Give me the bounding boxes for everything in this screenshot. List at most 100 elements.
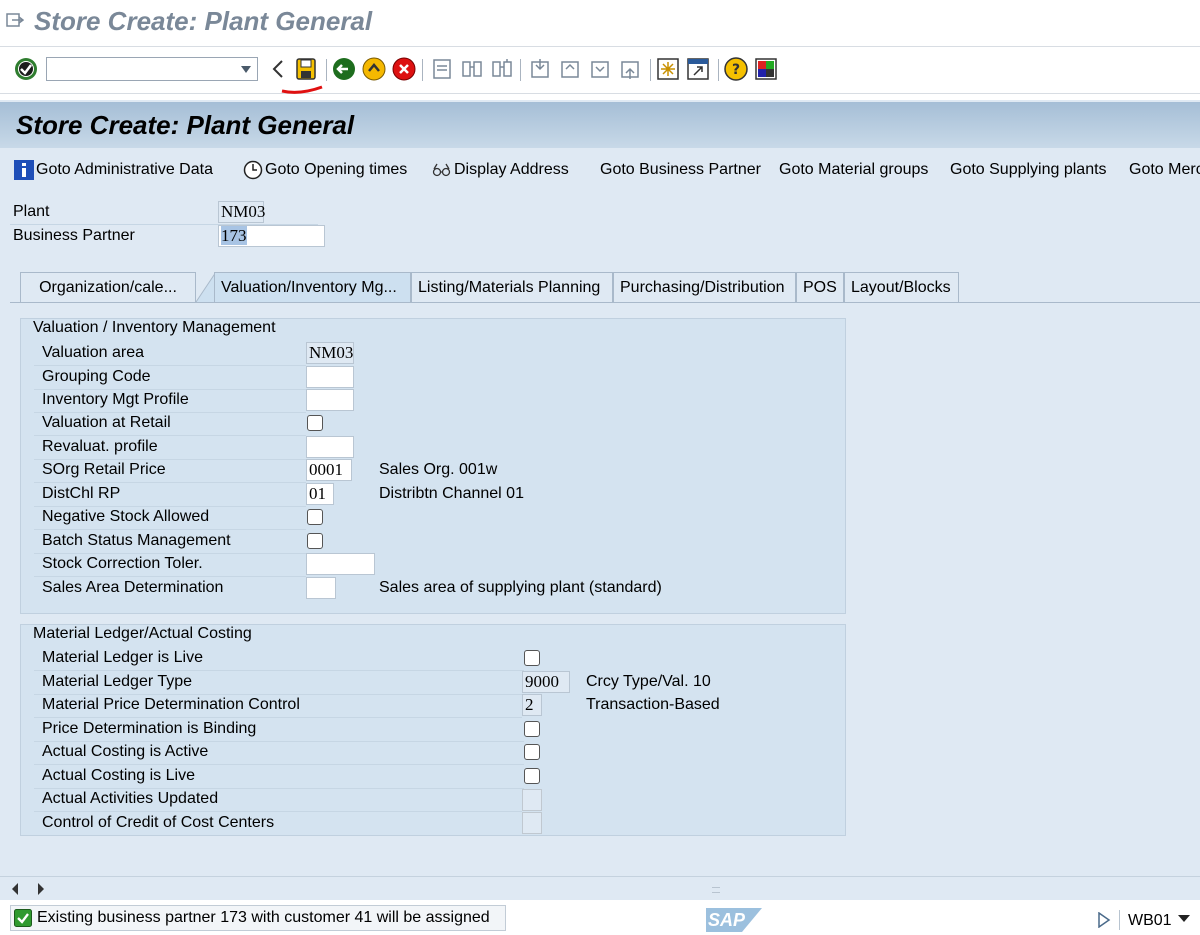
valuation-at-retail-checkbox[interactable] [307, 415, 323, 431]
clock-icon [243, 160, 263, 180]
last-page-icon[interactable] [618, 57, 642, 81]
system-id: WB01 [1128, 912, 1172, 929]
business-partner-field[interactable]: 173 [218, 225, 325, 247]
tab-layout-blocks[interactable]: Layout/Blocks [844, 272, 959, 302]
tab-label: Organization/cale... [39, 278, 177, 296]
help-icon[interactable]: ? [724, 57, 748, 81]
row-divider [34, 717, 522, 718]
inventory-mgt-profile-field[interactable] [306, 389, 354, 411]
save-icon[interactable] [294, 57, 318, 81]
first-page-icon[interactable] [528, 57, 552, 81]
actual-activities-checkbox [522, 789, 542, 811]
chevron-down-icon[interactable] [241, 66, 251, 73]
layout-menu-icon[interactable] [754, 57, 778, 81]
goto-business-partner-button[interactable]: Goto Business Partner [600, 158, 761, 182]
tab-label: POS [803, 278, 837, 296]
print-icon[interactable] [430, 57, 454, 81]
tab-scroll-edge [196, 272, 216, 302]
row-divider [34, 741, 524, 742]
goto-material-groups-button[interactable]: Goto Material groups [779, 158, 928, 182]
actual-costing-active-checkbox[interactable] [524, 744, 540, 760]
tab-label: Valuation/Inventory Mg... [221, 278, 397, 296]
tab-label: Layout/Blocks [851, 278, 951, 296]
sap-logo: SAP [706, 908, 762, 932]
price-determination-field: 2 [522, 694, 542, 716]
tab-listing-materials-planning[interactable]: Listing/Materials Planning [411, 272, 613, 302]
display-address-button[interactable]: Display Address [432, 158, 569, 182]
ml-live-checkbox[interactable] [524, 650, 540, 666]
row-divider [34, 365, 306, 366]
stock-correction-field[interactable] [306, 553, 375, 575]
revaluat-profile-label: Revaluat. profile [42, 438, 158, 455]
credit-cost-centers-checkbox [522, 812, 542, 834]
back-icon[interactable] [332, 57, 356, 81]
toolbar-separator [326, 59, 327, 81]
batch-status-checkbox[interactable] [307, 533, 323, 549]
find-next-icon[interactable] [490, 57, 514, 81]
goto-supplying-plants-button[interactable]: Goto Supplying plants [950, 158, 1107, 182]
goto-merc-label: Goto Merc [1129, 161, 1200, 178]
inventory-mgt-profile-label: Inventory Mgt Profile [42, 391, 189, 408]
sales-area-determination-label: Sales Area Determination [42, 579, 224, 596]
ml-type-field: 9000 [522, 671, 570, 693]
revaluat-profile-field[interactable] [306, 436, 354, 458]
row-divider [34, 553, 306, 554]
create-session-icon[interactable] [656, 57, 680, 81]
sales-area-determination-field[interactable] [306, 577, 336, 599]
grouping-code-field[interactable] [306, 366, 354, 388]
row-divider [34, 389, 306, 390]
collapse-toolbar-icon[interactable] [266, 57, 290, 81]
actual-costing-live-checkbox[interactable] [524, 768, 540, 784]
find-icon[interactable] [460, 57, 484, 81]
batch-status-label: Batch Status Management [42, 532, 231, 549]
standard-toolbar: ? [0, 47, 1200, 94]
scroll-right-icon[interactable] [36, 882, 46, 896]
row-divider [34, 482, 306, 483]
valuation-area-label: Valuation area [42, 344, 144, 361]
next-page-icon[interactable] [588, 57, 612, 81]
tab-organization-calendar[interactable]: Organization/cale... [20, 272, 196, 302]
system-info-triangle-icon[interactable] [1097, 912, 1111, 928]
status-message-text: Existing business partner 173 with custo… [37, 909, 490, 926]
actual-costing-active-label: Actual Costing is Active [42, 743, 209, 760]
previous-page-icon[interactable] [558, 57, 582, 81]
distchl-rp-field[interactable]: 01 [306, 483, 334, 505]
row-divider [34, 529, 306, 530]
goto-administrative-data-button[interactable]: Goto Administrative Data [14, 158, 213, 182]
command-field[interactable] [46, 57, 258, 81]
chevron-down-icon[interactable] [1178, 915, 1190, 923]
negative-stock-checkbox[interactable] [307, 509, 323, 525]
sorg-retail-price-desc: Sales Org. 001w [379, 461, 498, 478]
toolbar-separator [422, 59, 423, 81]
goto-merc-button[interactable]: Goto Merc [1129, 158, 1200, 182]
sorg-retail-price-field[interactable]: 0001 [306, 459, 352, 481]
row-divider [34, 576, 306, 577]
toolbar-separator [650, 59, 651, 81]
stock-correction-label: Stock Correction Toler. [42, 555, 203, 572]
tab-purchasing-distribution[interactable]: Purchasing/Distribution [613, 272, 796, 302]
enter-check-icon[interactable] [14, 57, 38, 81]
row-divider [34, 412, 306, 413]
ml-live-label: Material Ledger is Live [42, 649, 203, 666]
goto-material-groups-label: Goto Material groups [779, 161, 929, 178]
svg-text:?: ? [732, 62, 740, 78]
application-toolbar: Goto Administrative Data Goto Opening ti… [0, 148, 1200, 192]
tab-pos[interactable]: POS [796, 272, 844, 302]
goto-opening-times-button[interactable]: Goto Opening times [243, 158, 407, 182]
menu-exit-icon[interactable] [6, 13, 24, 27]
scroll-left-icon[interactable] [10, 882, 20, 896]
shortcut-icon[interactable] [686, 57, 710, 81]
goto-business-partner-label: Goto Business Partner [600, 161, 761, 178]
glasses-icon [432, 163, 451, 177]
tab-label: Purchasing/Distribution [620, 278, 785, 296]
row-divider [34, 506, 306, 507]
window-title: Store Create: Plant General [34, 6, 373, 36]
cancel-icon[interactable] [392, 57, 416, 81]
info-icon [14, 160, 34, 180]
exit-icon[interactable] [362, 57, 386, 81]
status-message[interactable]: Existing business partner 173 with custo… [10, 905, 506, 931]
tab-valuation-inventory[interactable]: Valuation/Inventory Mg... [214, 272, 411, 302]
price-binding-checkbox[interactable] [524, 721, 540, 737]
group-title: Valuation / Inventory Management [33, 319, 276, 336]
resize-grip[interactable] [712, 887, 720, 893]
